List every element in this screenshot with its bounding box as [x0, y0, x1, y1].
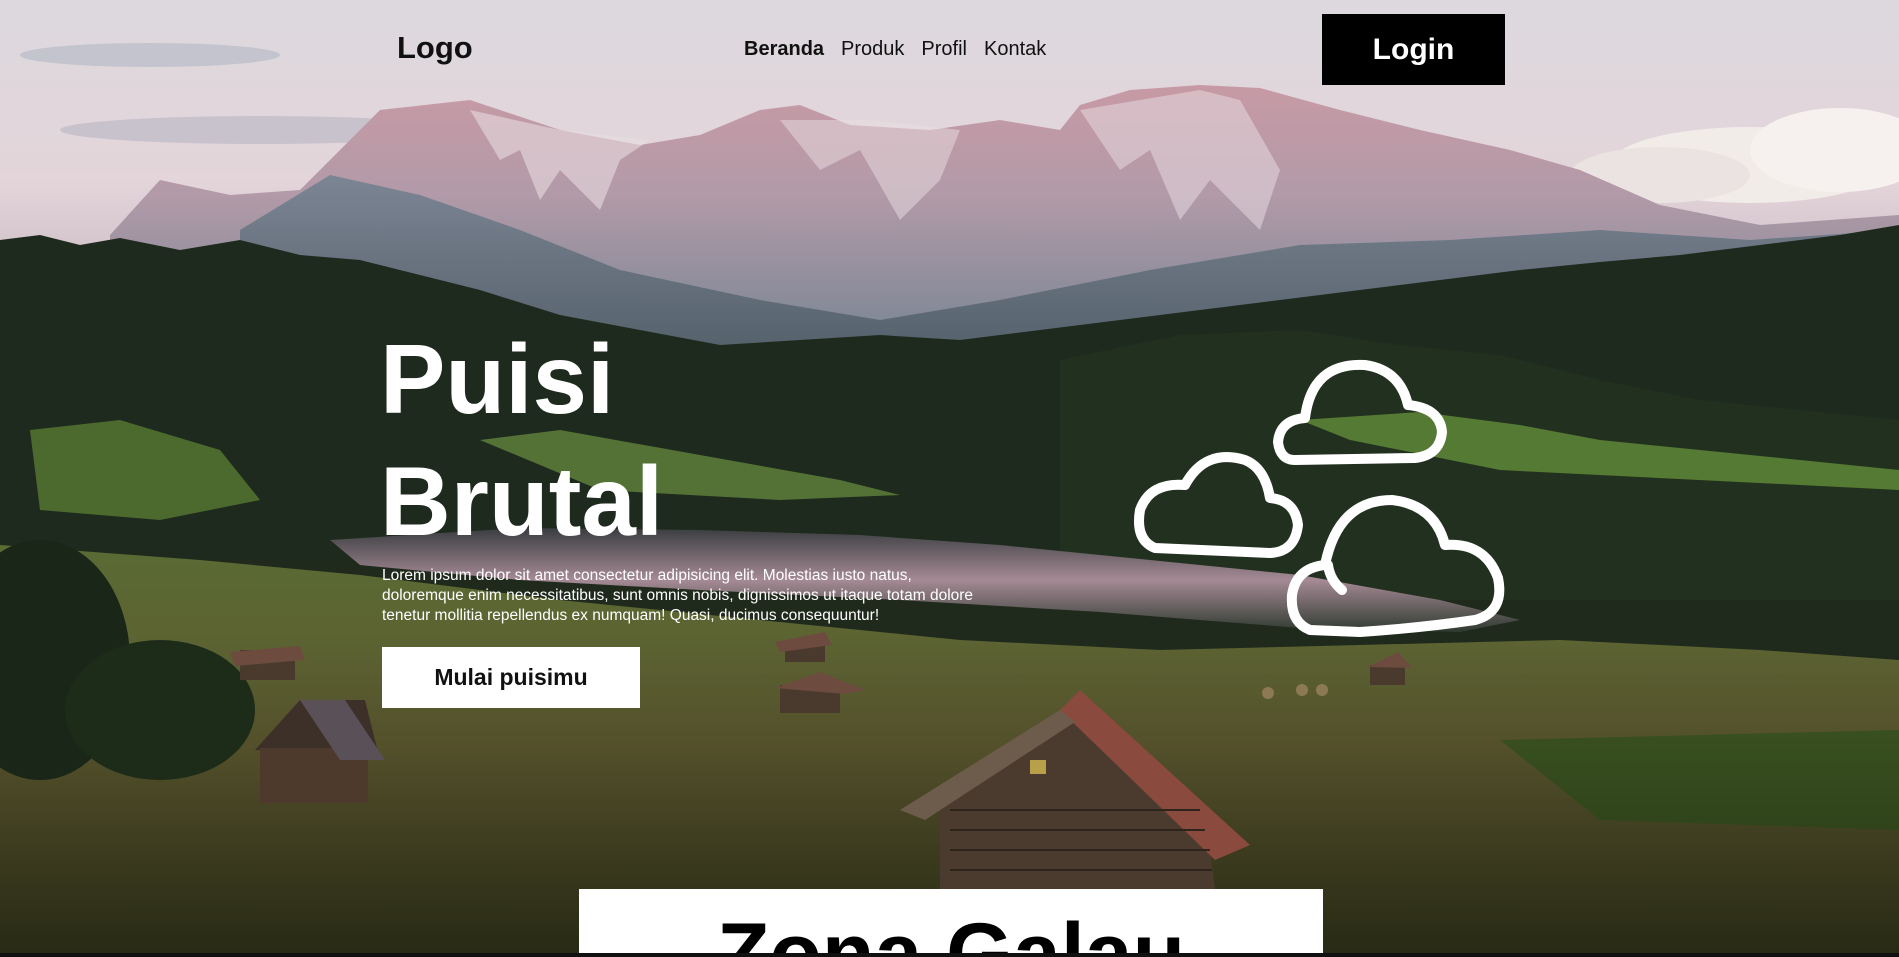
- logo[interactable]: Logo: [397, 30, 473, 66]
- start-writing-button[interactable]: Mulai puisimu: [382, 647, 640, 708]
- main-nav: Beranda Produk Profil Kontak: [744, 38, 1046, 61]
- hero-title-line-1: Puisi: [380, 324, 615, 434]
- nav-item-beranda[interactable]: Beranda: [744, 38, 824, 61]
- section-title: Zona Galau: [716, 906, 1186, 957]
- nav-item-kontak[interactable]: Kontak: [984, 38, 1046, 61]
- bottom-divider: [0, 953, 1899, 957]
- login-button[interactable]: Login: [1322, 14, 1505, 85]
- landscape-background-image: [0, 0, 1899, 957]
- nav-item-profil[interactable]: Profil: [921, 38, 967, 61]
- hero-description: Lorem ipsum dolor sit amet consectetur a…: [382, 567, 974, 624]
- clouds-icon: [1134, 359, 1505, 637]
- hero-title-line-2: Brutal: [380, 446, 664, 556]
- hero-title: Puisi Brutal: [380, 318, 663, 562]
- hero-section: Logo Beranda Produk Profil Kontak Login …: [0, 0, 1899, 957]
- nav-item-produk[interactable]: Produk: [841, 38, 904, 61]
- zona-galau-section: Zona Galau: [579, 889, 1323, 957]
